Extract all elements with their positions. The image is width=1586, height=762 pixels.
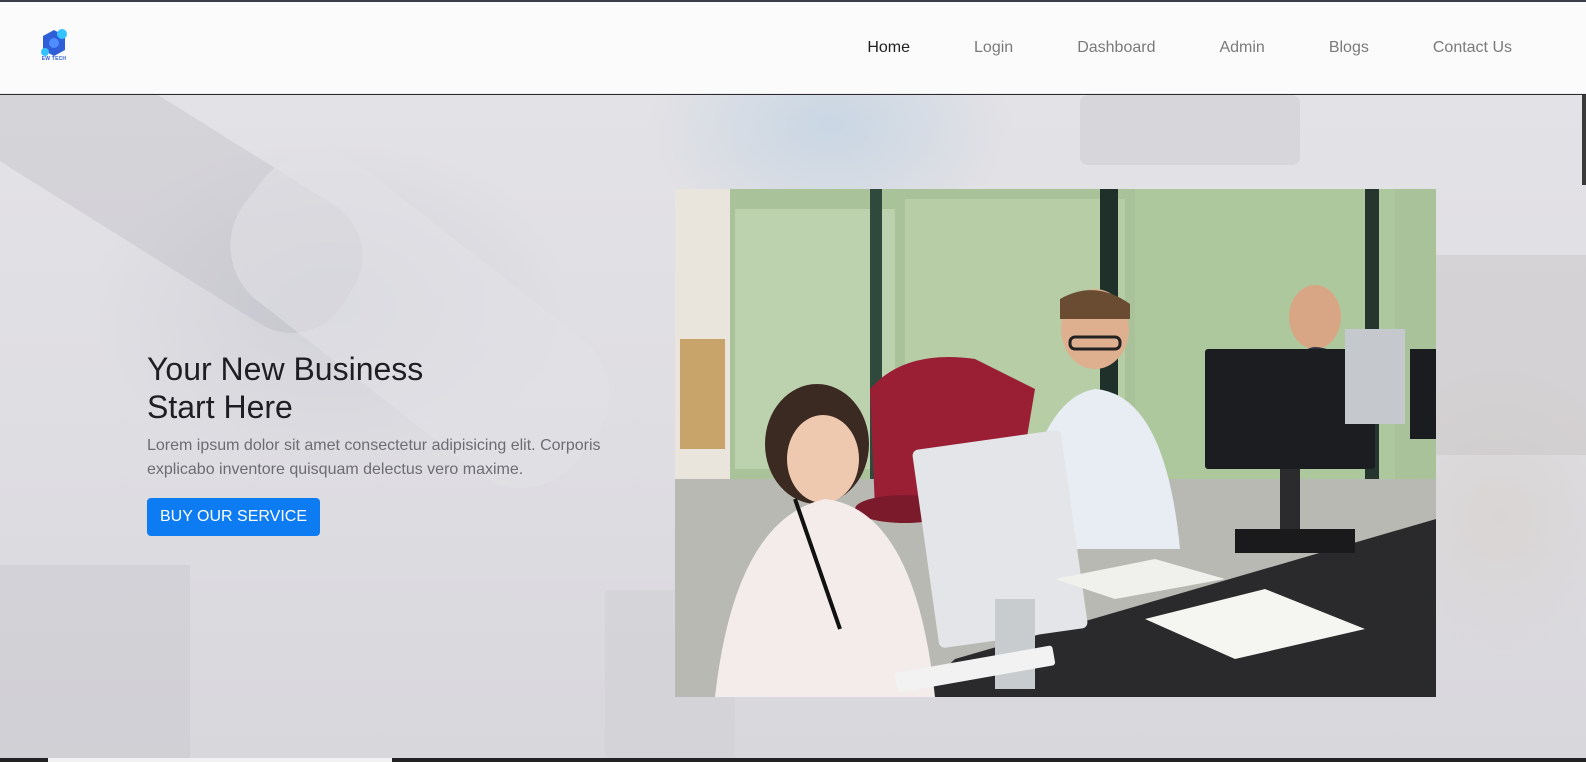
hero-background-shape <box>1080 95 1300 165</box>
nav-item-login[interactable]: Login <box>974 38 1013 58</box>
hero-title-line-2: Start Here <box>147 389 293 425</box>
nav-item-home[interactable]: Home <box>867 38 910 58</box>
nav-item-admin[interactable]: Admin <box>1219 38 1264 58</box>
nav-item-contact-us[interactable]: Contact Us <box>1433 38 1512 58</box>
buy-service-button[interactable]: BUY OUR SERVICE <box>147 498 320 536</box>
nav-item-dashboard[interactable]: Dashboard <box>1077 38 1155 58</box>
hero-background-shape <box>1420 255 1586 455</box>
nav-item-blogs[interactable]: Blogs <box>1329 38 1369 58</box>
nav-menu: Home Login Dashboard Admin Blogs Contact… <box>803 38 1512 58</box>
hero-title-line-1: Your New Business <box>147 351 424 387</box>
hero-title: Your New Business Start Here <box>147 350 567 426</box>
hero-background-shape <box>0 565 190 762</box>
logo-text: EW TECH <box>41 56 67 62</box>
hero-description: Lorem ipsum dolor sit amet consectetur a… <box>147 437 601 478</box>
bottom-strip-highlight <box>48 758 392 762</box>
navbar: EW TECH Home Login Dashboard Admin Blogs… <box>0 2 1586 94</box>
office-team-photo <box>675 189 1436 697</box>
scrollbar[interactable] <box>1582 95 1586 185</box>
